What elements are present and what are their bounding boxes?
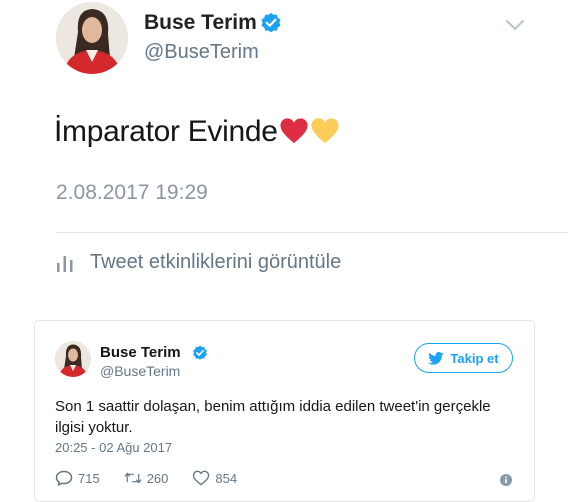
heart-icon — [193, 470, 210, 486]
twitter-bird-icon — [428, 351, 444, 365]
user-handle[interactable]: @BuseTerim — [100, 363, 180, 379]
tweet-timestamp[interactable]: 20:25 - 02 Ağu 2017 — [55, 440, 172, 455]
chevron-down-icon[interactable] — [505, 18, 525, 32]
avatar[interactable] — [55, 341, 91, 377]
follow-button[interactable]: Takip et — [414, 343, 513, 373]
user-name[interactable]: Buse Terim — [100, 344, 181, 361]
retweet-action[interactable]: 260 — [124, 470, 169, 486]
bar-chart-icon[interactable] — [56, 253, 74, 273]
user-name[interactable]: Buse Terim — [144, 11, 257, 35]
tweet-text: İmparator Evinde — [54, 115, 340, 149]
tweet-text-content: İmparator Evinde — [54, 115, 278, 148]
avatar[interactable] — [56, 2, 128, 74]
like-count: 854 — [215, 470, 238, 486]
like-action[interactable]: 854 — [192, 470, 237, 486]
tweet-activity-link[interactable]: Tweet etkinliklerini görüntüle — [90, 251, 341, 274]
red-heart-icon — [280, 118, 308, 144]
reply-action[interactable]: 715 — [55, 470, 100, 486]
reply-icon — [55, 470, 73, 486]
tweet-actions: 715 260 854 — [55, 470, 261, 486]
retweet-count: 260 — [146, 470, 169, 486]
verified-badge-icon — [193, 345, 207, 360]
tweet-text: Son 1 saattir dolaşan, benim attığım idd… — [55, 398, 491, 436]
verified-badge-icon — [261, 12, 281, 33]
embedded-tweet-card: Buse Terim @BuseTerim Takip et Son 1 saa… — [34, 320, 535, 502]
divider — [56, 232, 568, 233]
user-handle[interactable]: @BuseTerim — [144, 41, 259, 64]
info-icon[interactable] — [500, 474, 512, 486]
retweet-icon — [124, 472, 142, 484]
tweet-timestamp[interactable]: 2.08.2017 19:29 — [56, 181, 208, 205]
yellow-heart-icon — [311, 118, 339, 144]
reply-count: 715 — [78, 470, 100, 486]
screenshot-tweet: Buse Terim @BuseTerim İmparator Evinde 2… — [0, 0, 568, 300]
follow-button-label: Takip et — [450, 350, 499, 366]
